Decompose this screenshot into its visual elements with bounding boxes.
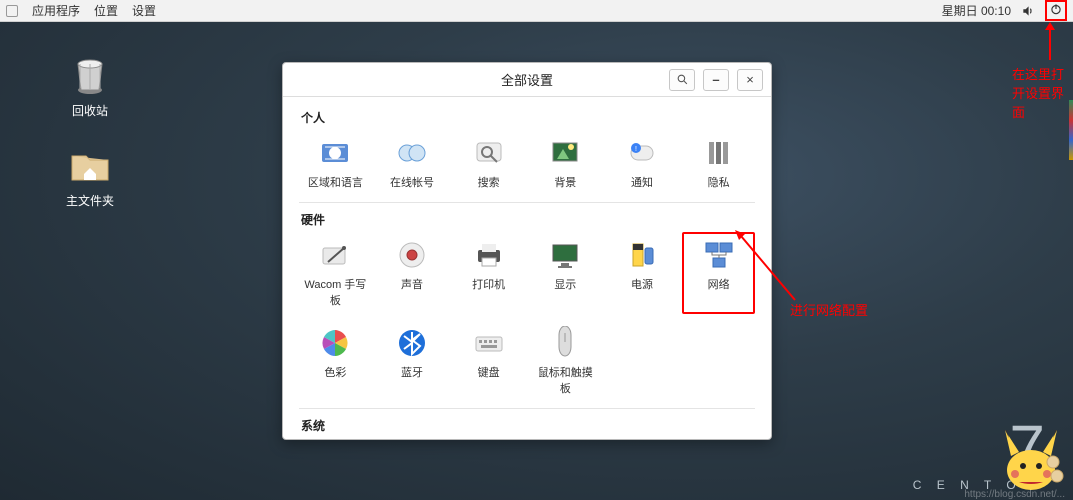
volume-icon[interactable] [1021,4,1035,18]
annotation-arrow-power [1040,22,1060,62]
desktop-icon-label: 回收站 [50,102,130,119]
desktop-icon-label: 主文件夹 [50,192,130,209]
network-icon [702,238,736,272]
section-label-system: 系统 [301,417,755,434]
settings-item-region-language[interactable]: 区域和语言 [299,130,372,196]
menu-places[interactable]: 位置 [94,2,118,19]
section-label-personal: 个人 [301,109,755,126]
keyboard-icon [472,326,506,360]
search-button[interactable] [669,69,695,91]
svg-text:!: ! [635,146,637,153]
settings-item-label: 打印机 [472,276,505,292]
menu-settings[interactable]: 设置 [132,2,156,19]
settings-item-label: 背景 [554,174,576,190]
settings-item-wacom-tablet[interactable]: Wacom 手写板 [299,232,372,314]
settings-item-label: 区域和语言 [308,174,363,190]
settings-item-label: 鼠标和触摸板 [533,364,598,396]
power-icon [625,238,659,272]
settings-item-label: 电源 [631,276,653,292]
whisker-menu-icon[interactable] [6,5,18,17]
settings-item-bluetooth[interactable]: 蓝牙 [376,320,449,402]
minimize-button[interactable]: – [703,69,729,91]
settings-item-search[interactable]: 搜索 [452,130,525,196]
settings-item-background[interactable]: 背景 [529,130,602,196]
window-titlebar[interactable]: 全部设置 – × [283,63,771,97]
settings-item-label: 在线帐号 [390,174,434,190]
display-icon [548,238,582,272]
settings-item-privacy[interactable]: 隐私 [682,130,755,196]
settings-item-label: Wacom 手写板 [303,276,368,308]
settings-item-label: 蓝牙 [401,364,423,380]
printer-icon [472,238,506,272]
settings-item-label: 色彩 [324,364,346,380]
annotation-text-power: 在这里打开设置界面 [1012,64,1072,121]
folder-home-icon [66,140,114,188]
settings-item-label: 显示 [554,276,576,292]
privacy-icon [702,136,736,170]
edge-color-strip [1069,100,1073,160]
settings-item-users[interactable]: 用户 [452,438,525,439]
settings-item-label: 网络 [708,276,730,292]
settings-item-mouse-touchpad[interactable]: 鼠标和触摸板 [529,320,602,402]
settings-item-details[interactable]: 详细信息 [529,438,602,439]
region-language-icon [318,136,352,170]
settings-item-display[interactable]: 显示 [529,232,602,314]
wacom-tablet-icon [318,238,352,272]
settings-item-label: 隐私 [708,174,730,190]
settings-item-label: 键盘 [478,364,500,380]
trash-icon [66,50,114,98]
settings-item-sharing[interactable]: 共享 [299,438,372,439]
settings-item-online-accounts[interactable]: 在线帐号 [376,130,449,196]
bluetooth-icon [395,326,429,360]
settings-item-date-time[interactable]: 日期和时间 [376,438,449,439]
settings-item-keyboard[interactable]: 键盘 [452,320,525,402]
color-icon [318,326,352,360]
annotation-text-network: 进行网络配置 [790,300,868,319]
desktop-icon-trash[interactable]: 回收站 [50,50,130,119]
settings-item-sound[interactable]: 声音 [376,232,449,314]
mouse-touchpad-icon [548,326,582,360]
section-label-hardware: 硬件 [301,211,755,228]
settings-item-label: 通知 [631,174,653,190]
settings-item-color[interactable]: 色彩 [299,320,372,402]
background-icon [548,136,582,170]
sound-icon [395,238,429,272]
settings-item-label: 声音 [401,276,423,292]
avatar-pikachu [995,422,1067,494]
settings-item-printer[interactable]: 打印机 [452,232,525,314]
settings-item-power[interactable]: 电源 [606,232,679,314]
search-icon [472,136,506,170]
top-panel: 应用程序 位置 设置 星期日 00:10 [0,0,1073,22]
online-accounts-icon [395,136,429,170]
settings-item-accessibility[interactable]: 通用辅助功能 [606,438,679,439]
settings-window: 全部设置 – × 个人 区域和语言 在线帐号 搜索 背景! 通知 隐私 硬件 Wacom … [282,62,772,440]
power-icon[interactable] [1045,0,1067,21]
section-separator [299,202,755,203]
section-separator [299,408,755,409]
notifications-icon: ! [625,136,659,170]
clock: 星期日 00:10 [942,2,1011,19]
annotation-arrow-network [735,230,805,310]
url-watermark: https://blog.csdn.net/... [964,489,1065,500]
close-button[interactable]: × [737,69,763,91]
menu-apps[interactable]: 应用程序 [32,2,80,19]
desktop-icon-home[interactable]: 主文件夹 [50,140,130,209]
settings-item-label: 搜索 [478,174,500,190]
settings-item-notifications[interactable]: ! 通知 [606,130,679,196]
